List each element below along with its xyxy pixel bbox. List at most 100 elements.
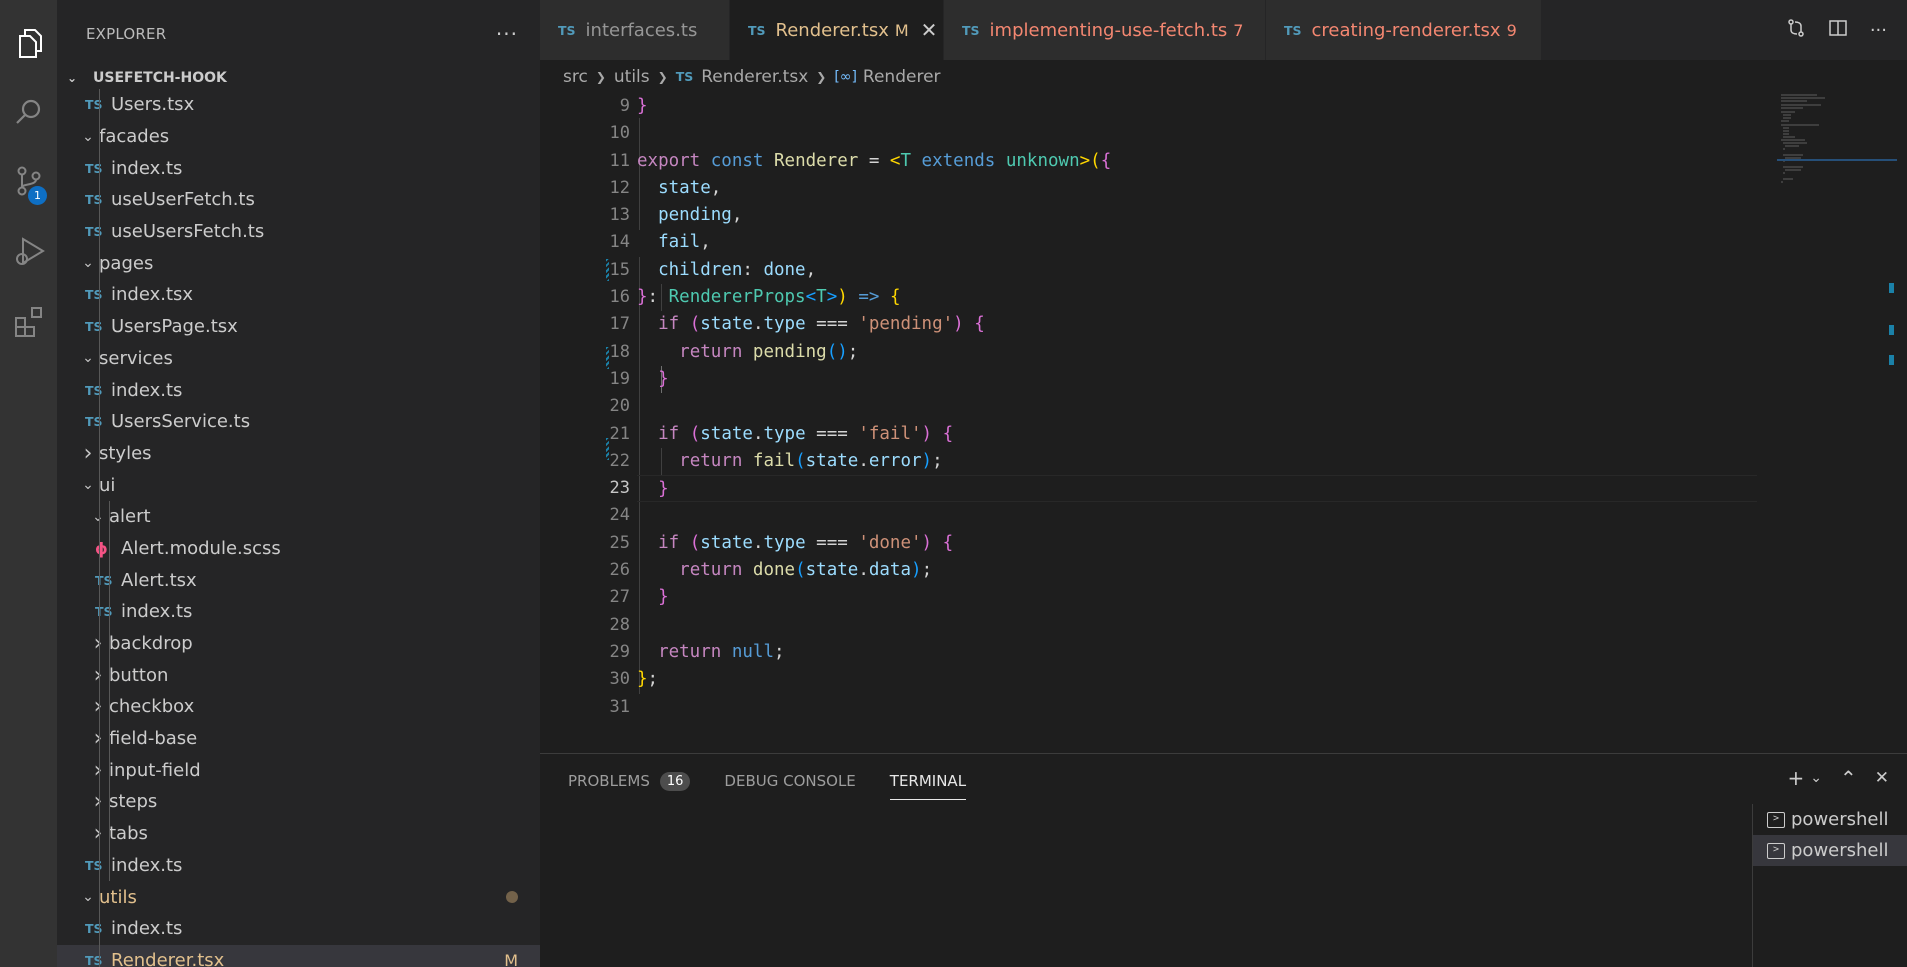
terminal-instance[interactable]: > powershell <box>1753 835 1907 866</box>
folder-item[interactable]: › button <box>57 659 540 691</box>
breadcrumb-file[interactable]: Renderer.tsx <box>701 67 808 87</box>
code-lines[interactable]: } export const Renderer = <T extends unkn… <box>637 93 1757 721</box>
code-token: return <box>679 450 743 471</box>
change-marker <box>606 438 609 460</box>
code-line[interactable]: return done(state.data); <box>637 557 1757 584</box>
new-terminal-icon[interactable]: + <box>1787 766 1804 790</box>
code-line[interactable]: state, <box>637 175 1757 202</box>
file-item[interactable]: TS index.ts <box>57 913 540 945</box>
editor-tab[interactable]: TS implementing-use-fetch.ts 7 <box>944 0 1266 60</box>
code-line[interactable]: } <box>637 93 1757 120</box>
file-item[interactable]: TS index.ts <box>57 374 540 406</box>
code-token: done <box>763 259 806 280</box>
breadcrumb-src[interactable]: src <box>563 67 588 87</box>
folder-item[interactable]: ⌄ pages <box>57 247 540 279</box>
typescript-file-icon: TS <box>1284 22 1302 38</box>
file-item[interactable]: ϕ Alert.module.scss <box>57 533 540 565</box>
folder-item[interactable]: › checkbox <box>57 691 540 723</box>
code-line[interactable] <box>637 612 1757 639</box>
close-panel-icon[interactable]: ✕ <box>1875 768 1889 788</box>
file-item[interactable]: TS index.ts <box>57 152 540 184</box>
typescript-file-icon: TS <box>85 382 103 398</box>
code-line[interactable]: } <box>637 584 1757 611</box>
breadcrumb-symbol[interactable]: Renderer <box>863 67 941 87</box>
editor-tab[interactable]: TS Renderer.tsx M ✕ <box>730 0 944 60</box>
file-item[interactable]: TS useUsersFetch.ts <box>57 216 540 248</box>
folder-item[interactable]: ⌄ services <box>57 343 540 375</box>
file-tree-label: index.ts <box>111 918 183 940</box>
source-control-icon[interactable]: 1 <box>0 152 57 209</box>
code-line[interactable]: }; <box>637 666 1757 693</box>
code-token: data <box>868 560 912 581</box>
file-item[interactable]: TS UsersPage.tsx <box>57 311 540 343</box>
code-line[interactable]: if (state.type === 'done') { <box>637 530 1757 557</box>
open-changes-icon[interactable] <box>1786 18 1806 43</box>
code-line[interactable] <box>637 694 1757 721</box>
code-line[interactable]: if (state.type === 'fail') { <box>637 421 1757 448</box>
file-item[interactable]: TS index.ts <box>57 850 540 882</box>
code-token: < <box>889 150 901 171</box>
workspace-section-header[interactable]: ⌄ USEFETCH-HOOK <box>57 66 540 90</box>
file-item[interactable]: TS useUserFetch.ts <box>57 184 540 216</box>
code-line[interactable]: return fail(state.error); <box>637 448 1757 475</box>
code-line[interactable]: fail, <box>637 229 1757 256</box>
code-line[interactable] <box>637 502 1757 529</box>
editor-more-icon[interactable]: ··· <box>1870 20 1887 41</box>
editor-tab[interactable]: TS interfaces.ts <box>540 0 730 60</box>
folder-item[interactable]: › field-base <box>57 723 540 755</box>
code-line[interactable]: return pending(); <box>637 339 1757 366</box>
folder-item[interactable]: › input-field <box>57 754 540 786</box>
minimap[interactable] <box>1777 93 1897 373</box>
folder-item[interactable]: ⌄ utils <box>57 881 540 913</box>
file-item[interactable]: TS Users.tsx <box>57 89 540 121</box>
file-item[interactable]: TS Renderer.tsx M <box>57 944 540 967</box>
folder-item[interactable]: ⌄ alert <box>57 501 540 533</box>
code-editor[interactable]: 9 10 11 12 13 14 15 16 17 18 19 20 21 22 23 24 25 26 27 28 2… <box>540 93 1907 753</box>
editor-tab[interactable]: TS creating-renderer.tsx 9 <box>1266 0 1542 60</box>
change-marker <box>606 259 609 281</box>
panel-tab[interactable]: PROBLEMS 16 <box>568 768 691 794</box>
folder-item[interactable]: › backdrop <box>57 628 540 660</box>
code-line[interactable]: } <box>637 366 1757 393</box>
more-actions-icon[interactable]: ··· <box>496 22 518 46</box>
code-line[interactable]: }: RendererProps<T>) => { <box>637 284 1757 311</box>
typescript-file-icon: TS <box>85 414 103 430</box>
code-line[interactable] <box>637 120 1757 147</box>
folder-item[interactable]: › tabs <box>57 818 540 850</box>
breadcrumb-utils[interactable]: utils <box>614 67 650 87</box>
file-item[interactable]: TS Alert.tsx <box>57 564 540 596</box>
code-line[interactable]: children: done, <box>637 257 1757 284</box>
code-line[interactable]: if (state.type === 'pending') { <box>637 311 1757 338</box>
terminal-instance[interactable]: > powershell <box>1753 804 1907 835</box>
folder-item[interactable]: ⌄ facades <box>57 121 540 153</box>
code-line[interactable]: return null; <box>637 639 1757 666</box>
folder-item[interactable]: › styles <box>57 438 540 470</box>
code-line[interactable] <box>637 393 1757 420</box>
panel-tab[interactable]: TERMINAL <box>889 768 967 800</box>
file-item[interactable]: TS index.ts <box>57 596 540 628</box>
panel-tab[interactable]: DEBUG CONSOLE <box>724 768 855 794</box>
maximize-panel-icon[interactable]: ⌃ <box>1840 766 1857 790</box>
split-editor-icon[interactable] <box>1828 18 1848 43</box>
folder-item[interactable]: › steps <box>57 786 540 818</box>
folder-item[interactable]: ⌄ ui <box>57 469 540 501</box>
code-line[interactable]: export const Renderer = <T extends unkno… <box>637 148 1757 175</box>
run-debug-icon[interactable] <box>0 222 57 279</box>
code-line[interactable]: } <box>637 475 1757 503</box>
file-item[interactable]: TS UsersService.ts <box>57 406 540 438</box>
line-number: 27 <box>609 587 630 608</box>
explorer-icon[interactable] <box>0 14 57 71</box>
code-line[interactable]: pending, <box>637 202 1757 229</box>
code-token: state <box>658 177 711 198</box>
close-icon[interactable]: ✕ <box>921 18 938 42</box>
search-icon[interactable] <box>0 83 57 140</box>
source-control-badge: 1 <box>28 186 47 205</box>
terminal-dropdown-icon[interactable]: ⌄ <box>1810 770 1822 786</box>
file-item[interactable]: TS index.tsx <box>57 279 540 311</box>
extensions-icon[interactable] <box>0 292 57 349</box>
